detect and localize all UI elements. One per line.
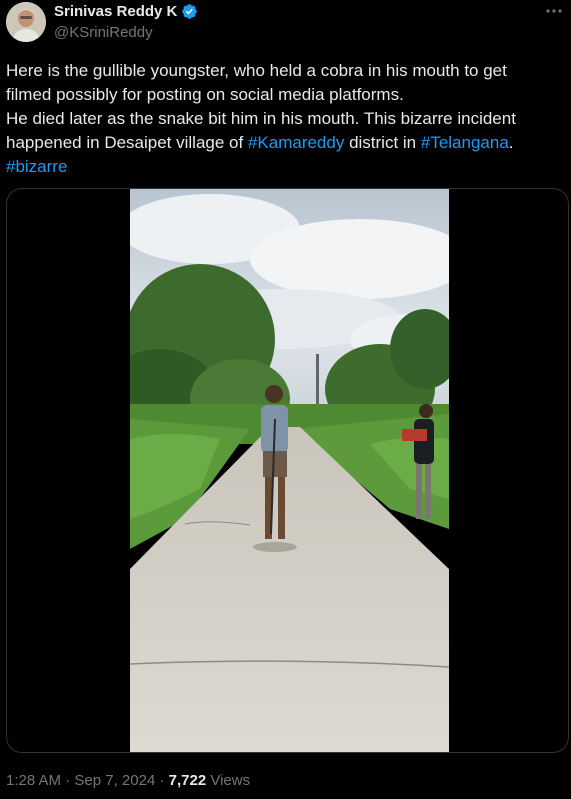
tweet-line: happened in Desaipet village of #Kamared…	[6, 131, 566, 155]
hashtag-telangana[interactable]: #Telangana	[421, 133, 509, 152]
video-player[interactable]	[6, 188, 569, 753]
person-portrait-icon	[6, 2, 46, 42]
more-options-icon[interactable]	[543, 2, 565, 20]
views-count: 7,722	[168, 772, 207, 789]
tweet-date[interactable]: Sep 7, 2024	[74, 772, 155, 789]
avatar[interactable]	[6, 2, 46, 42]
tweet-time[interactable]: 1:28 AM	[6, 772, 61, 789]
separator-dot: ·	[155, 772, 169, 789]
tweet-text-segment: happened in Desaipet village of	[6, 133, 248, 152]
hashtag-kamareddy[interactable]: #Kamareddy	[248, 133, 344, 152]
author-name-row: Srinivas Reddy K	[54, 3, 198, 20]
tweet-line: He died later as the snake bit him in hi…	[6, 109, 516, 128]
separator-dot: ·	[61, 772, 75, 789]
verified-badge-icon	[182, 4, 198, 19]
tweet-line: filmed possibly for posting on social me…	[6, 85, 404, 104]
tweet-text-segment: .	[508, 133, 514, 152]
author-name[interactable]: Srinivas Reddy K	[54, 3, 177, 20]
views-label: Views	[206, 772, 251, 789]
video-frame	[130, 189, 449, 752]
hashtag-bizarre[interactable]: #bizarre	[6, 157, 67, 176]
tweet-text-segment: district in	[344, 133, 421, 152]
tweet-line: Here is the gullible youngster, who held…	[6, 61, 507, 80]
tweet-text: Here is the gullible youngster, who held…	[6, 59, 566, 179]
video-still-image	[130, 189, 449, 752]
author-handle[interactable]: @KSriniReddy	[54, 24, 153, 41]
tweet-line: #bizarre	[6, 155, 566, 179]
tweet-meta: 1:28 AM · Sep 7, 2024 · 7,722 Views	[6, 772, 250, 789]
